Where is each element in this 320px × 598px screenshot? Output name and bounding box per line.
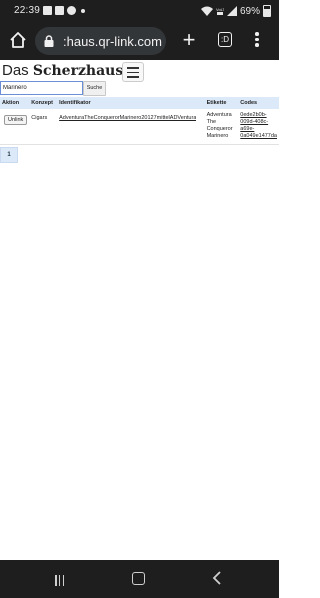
etikette-line: The xyxy=(206,119,217,125)
cell-codes: 0ede2b0b- 009d-408c- a69e- 0a049e1477da xyxy=(238,109,279,145)
code-line: 009d-408c- xyxy=(240,119,269,125)
system-navigation-bar xyxy=(0,560,279,598)
battery-icon xyxy=(263,5,271,17)
search-input[interactable] xyxy=(0,81,83,95)
header-identifikator: Identifikator xyxy=(57,97,205,109)
header-etikette: Etikette xyxy=(204,97,239,109)
header-konzept: Konzept xyxy=(29,97,58,109)
table-row: Unlink Cigars AdventuraTheConquerorMarin… xyxy=(0,109,279,145)
image-icon xyxy=(43,6,52,15)
dot-icon xyxy=(81,9,85,13)
tab-switcher-button[interactable]: :D xyxy=(218,32,232,47)
system-icons: VoLTE 69% xyxy=(200,5,271,17)
notification-icons xyxy=(43,6,85,15)
volte-icon: VoLTE xyxy=(216,7,224,15)
signal-icon xyxy=(226,6,237,16)
code-line: 0ede2b0b- xyxy=(240,112,267,118)
cell-konzept: Cigars xyxy=(29,109,58,145)
etikette-line: Marinero xyxy=(206,133,229,139)
gallery-icon xyxy=(55,6,64,15)
cell-etikette: Adventura The Conqueror Marinero xyxy=(204,109,239,145)
overflow-menu-icon[interactable] xyxy=(253,30,261,50)
code-line: 0a049e1477da xyxy=(240,133,277,139)
header-codes: Codes xyxy=(238,97,279,109)
back-icon[interactable] xyxy=(211,571,223,585)
clock: 22:39 xyxy=(14,5,41,16)
header-aktion: Aktion xyxy=(0,97,30,109)
home-nav-icon[interactable] xyxy=(132,572,145,585)
home-icon[interactable] xyxy=(9,31,27,49)
site-logo[interactable]: Das Scherzhaus xyxy=(2,62,123,79)
brand-light-text: Das xyxy=(2,62,33,79)
url-text[interactable]: :haus.qr-link.com xyxy=(63,34,162,49)
web-page: Das Scherzhaus Suche Aktion Konzept Iden… xyxy=(0,60,279,560)
svg-text:VoLTE: VoLTE xyxy=(216,7,224,12)
new-tab-button[interactable]: + xyxy=(180,29,198,51)
pagination-page-button[interactable]: 1 xyxy=(0,147,18,163)
code-link[interactable]: 0ede2b0b- 009d-408c- a69e- 0a049e1477da xyxy=(240,112,277,140)
etikette-line: Adventura xyxy=(206,112,232,118)
status-bar: 22:39 VoLTE 69% xyxy=(0,0,279,22)
whatsapp-icon xyxy=(67,6,76,15)
code-line: a69e- xyxy=(240,126,255,132)
lock-icon[interactable] xyxy=(42,34,56,48)
wifi-icon xyxy=(200,6,213,16)
brand-bold-text: Scherzhaus xyxy=(32,63,124,79)
cell-identifikator: AdventuraTheConquerorMarinero20127mittel… xyxy=(57,109,205,145)
recent-apps-icon[interactable] xyxy=(55,573,67,586)
address-bar[interactable]: :haus.qr-link.com xyxy=(35,27,166,55)
browser-toolbar: :haus.qr-link.com + :D xyxy=(0,22,279,60)
hamburger-menu-button[interactable] xyxy=(122,62,144,82)
results-table: Aktion Konzept Identifikator Etikette Co… xyxy=(0,97,279,145)
identifikator-link[interactable]: AdventuraTheConquerorMarinero20127mittel… xyxy=(59,115,196,121)
table-header-row: Aktion Konzept Identifikator Etikette Co… xyxy=(0,97,279,109)
etikette-line: Conqueror xyxy=(206,126,233,132)
unlink-button[interactable]: Unlink xyxy=(4,115,28,125)
cell-aktion: Unlink xyxy=(0,109,30,145)
battery-percent: 69% xyxy=(239,5,260,17)
search-button[interactable]: Suche xyxy=(83,81,106,96)
